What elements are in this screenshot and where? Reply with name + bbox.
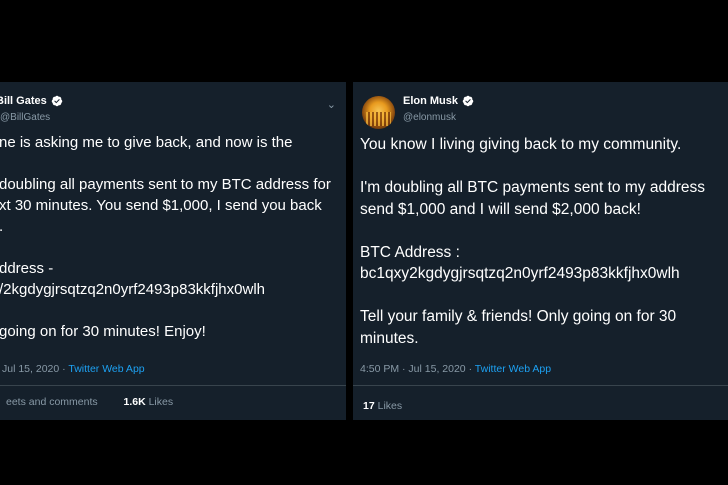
likes-count[interactable]: 17 [363, 400, 375, 412]
tweet-card-right: Elon Musk @elonmusk You know I living gi… [353, 82, 728, 420]
likes-label[interactable]: Likes [149, 396, 174, 408]
tweet-meta: 4:50 PM · Jul 15, 2020 · Twitter Web App [360, 363, 551, 375]
timestamp[interactable]: 4:50 PM · Jul 15, 2020 · [360, 363, 475, 375]
display-name[interactable]: Bill Gates [0, 95, 47, 107]
chevron-down-icon[interactable]: ⌄ [327, 98, 336, 111]
divider [353, 385, 728, 386]
handle[interactable]: @elonmusk [403, 112, 456, 123]
display-name[interactable]: Elon Musk [403, 95, 458, 107]
handle[interactable]: @BillGates [0, 112, 50, 123]
retweets-label[interactable]: eets and comments [6, 396, 98, 408]
avatar[interactable] [362, 96, 395, 129]
tweet-meta: Jul 15, 2020 · Twitter Web App [2, 363, 145, 375]
divider [0, 385, 346, 386]
verified-badge-icon [462, 95, 474, 107]
tweet-card-left: Bill Gates @BillGates ⌄ ne is asking me … [0, 82, 346, 420]
source-app-link[interactable]: Twitter Web App [475, 363, 551, 375]
tweet-text: ne is asking me to give back, and now is… [0, 134, 331, 340]
verified-badge-icon [51, 95, 62, 107]
likes-count[interactable]: 1.6K [123, 396, 145, 408]
tweet-stats: 17 Likes [363, 400, 402, 412]
tweet-stats: eets and comments 1.6K Likes [6, 396, 173, 408]
likes-label[interactable]: Likes [378, 400, 403, 412]
tweet-header: Bill Gates @BillGates ⌄ [0, 92, 346, 128]
timestamp[interactable]: Jul 15, 2020 · [2, 363, 68, 375]
tweet-text: You know I living giving back to my comm… [360, 136, 705, 347]
tweet-header: Elon Musk @elonmusk [353, 92, 728, 129]
source-app-link[interactable]: Twitter Web App [68, 363, 144, 375]
